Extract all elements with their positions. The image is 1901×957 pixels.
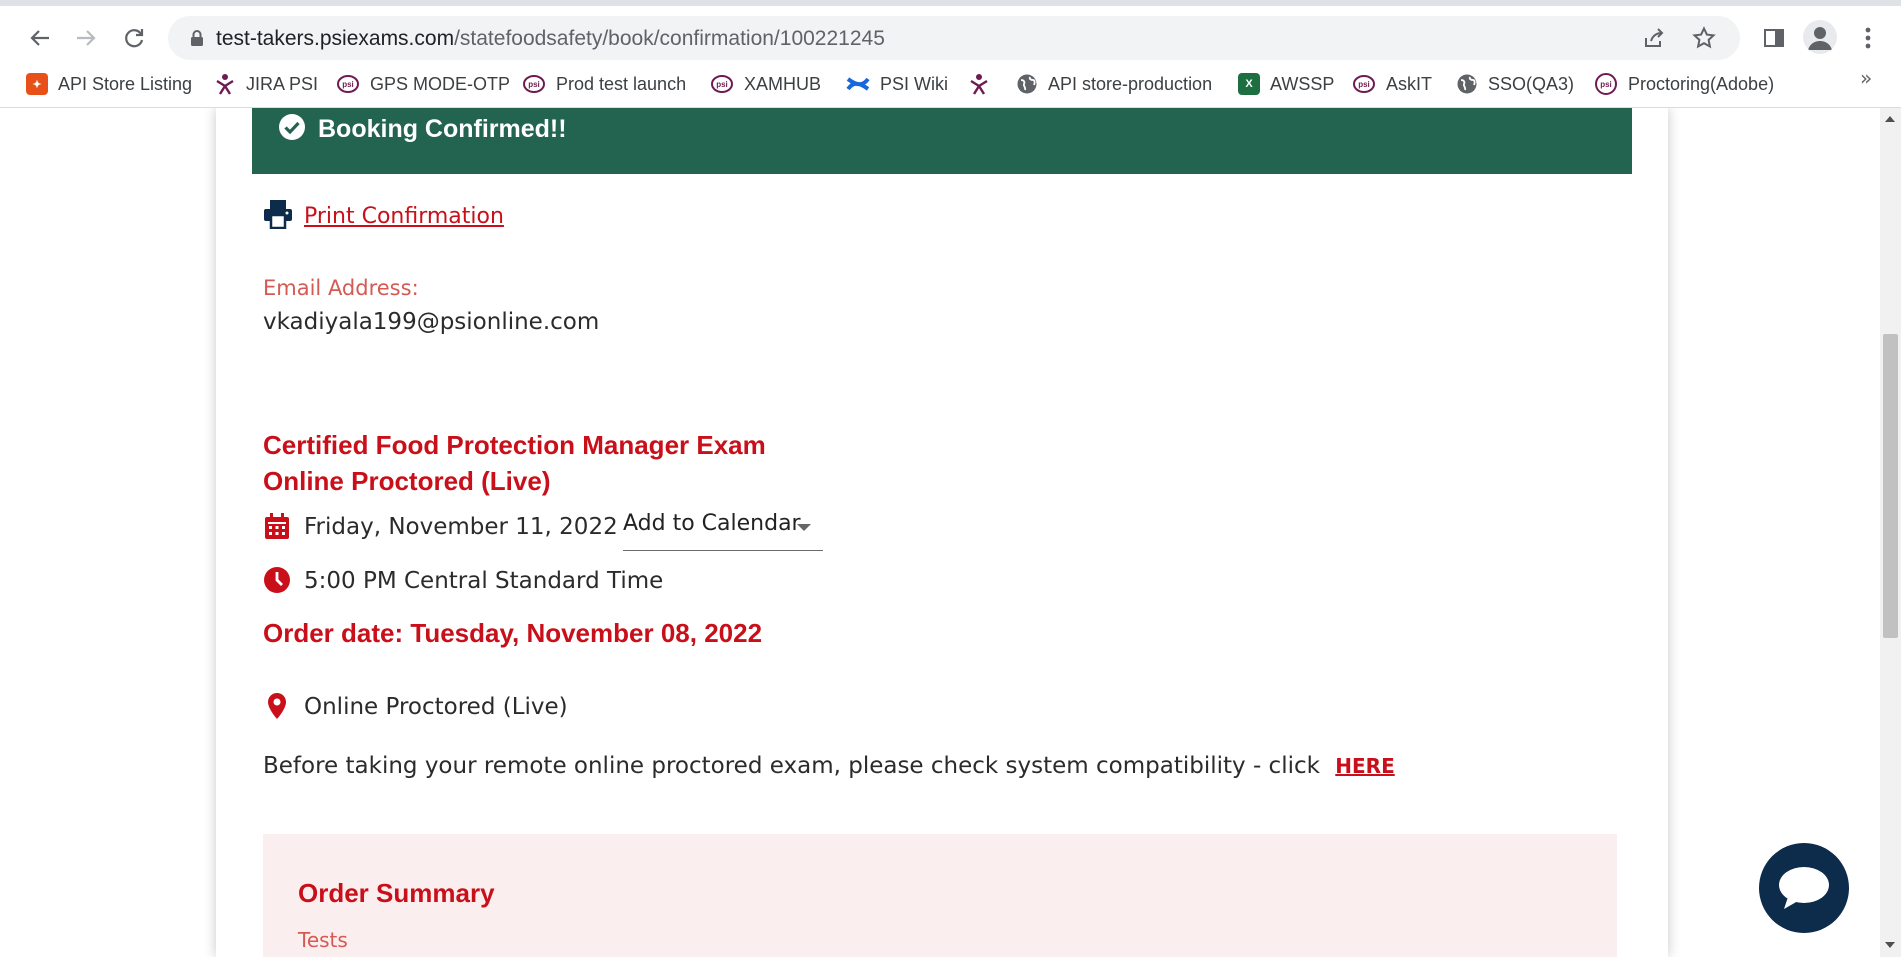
compatibility-notice: Before taking your remote online proctor… xyxy=(263,753,1395,779)
banner-title: Booking Confirmed!! xyxy=(318,115,567,143)
map-pin-icon xyxy=(268,693,286,719)
bookmark-label: AskIT xyxy=(1386,73,1433,94)
bookmark-api-store-production[interactable]: API store-production xyxy=(1016,70,1212,98)
order-summary-tests-label: Tests xyxy=(298,928,348,952)
booking-confirmed-banner: Booking Confirmed!! xyxy=(252,108,1632,174)
psi-figure-icon xyxy=(970,74,988,95)
side-panel-icon[interactable] xyxy=(1758,22,1790,54)
page-viewport: Booking Confirmed!! Print Confirmation E… xyxy=(0,108,1880,957)
order-date: Order date: Tuesday, November 08, 2022 xyxy=(263,618,763,648)
exam-location: Online Proctored (Live) xyxy=(304,694,568,720)
bookmark-gps-mode-otp[interactable]: psi GPS MODE-OTP xyxy=(336,70,510,98)
bookmark-proctoring-adobe[interactable]: psi Proctoring(Adobe) xyxy=(1594,70,1774,98)
scroll-thumb[interactable] xyxy=(1883,334,1898,638)
compatibility-here-link[interactable]: HERE xyxy=(1335,754,1394,778)
exam-time: 5:00 PM Central Standard Time xyxy=(304,568,664,594)
chevron-down-icon xyxy=(797,524,811,531)
clock-icon xyxy=(264,567,290,593)
address-bar[interactable]: test-takers.psiexams.com/statefoodsafety… xyxy=(168,16,1740,60)
scroll-down-arrow[interactable] xyxy=(1885,942,1895,948)
url-text[interactable]: test-takers.psiexams.com/statefoodsafety… xyxy=(216,27,885,51)
share-icon[interactable] xyxy=(1642,26,1666,50)
bookmark-askit[interactable]: psi AskIT xyxy=(1352,70,1432,98)
browser-toolbar: test-takers.psiexams.com/statefoodsafety… xyxy=(0,0,1901,66)
bookmark-label: XAMHUB xyxy=(744,73,822,94)
svg-text:psi: psi xyxy=(528,80,540,89)
bookmark-sso-qa3[interactable]: SSO(QA3) xyxy=(1456,70,1574,98)
email-label: Email Address: xyxy=(263,276,419,300)
bookmarks-overflow-button[interactable]: » xyxy=(1860,66,1872,90)
svg-text:psi: psi xyxy=(1600,80,1612,89)
globe-icon xyxy=(1017,74,1037,94)
psi-logo-icon: psi xyxy=(1595,73,1617,95)
psi-logo-icon: psi xyxy=(711,75,733,93)
page-scrollbar[interactable] xyxy=(1880,108,1901,957)
chat-bubble-icon xyxy=(1779,867,1829,909)
bookmark-label: Proctoring(Adobe) xyxy=(1628,73,1775,94)
bookmark-api-store-listing[interactable]: ✦ API Store Listing xyxy=(26,70,192,98)
bookmark-label: AWSSP xyxy=(1270,73,1335,94)
url-path: /statefoodsafety/book/confirmation/10022… xyxy=(454,27,885,50)
excel-icon: X xyxy=(1238,73,1260,95)
exam-date: Friday, November 11, 2022 xyxy=(304,514,618,540)
back-arrow-icon[interactable] xyxy=(26,24,54,52)
svg-text:psi: psi xyxy=(1358,80,1370,89)
psi-logo-icon: psi xyxy=(523,75,545,93)
url-host: test-takers.psiexams.com xyxy=(216,27,455,50)
confluence-icon xyxy=(846,77,870,91)
check-circle-icon xyxy=(279,114,305,140)
bookmark-label: API Store Listing xyxy=(58,73,193,94)
bookmark-jira-psi[interactable]: JIRA PSI xyxy=(214,70,318,98)
svg-text:psi: psi xyxy=(342,80,354,89)
bookmarks-bar: ✦ API Store Listing JIRA PSI psi GPS MOD… xyxy=(0,60,1901,108)
confirmation-card: Booking Confirmed!! Print Confirmation E… xyxy=(216,108,1668,957)
compatibility-text: Before taking your remote online proctor… xyxy=(263,753,1320,779)
bookmark-label: PSI Wiki xyxy=(880,73,949,94)
bookmark-star-icon[interactable] xyxy=(1692,26,1716,50)
svg-text:psi: psi xyxy=(716,80,728,89)
psi-logo-icon: psi xyxy=(337,75,359,93)
bookmark-label: SSO(QA3) xyxy=(1488,73,1575,94)
reload-icon[interactable] xyxy=(120,24,148,52)
print-confirmation-link[interactable]: Print Confirmation xyxy=(304,204,504,229)
person-icon xyxy=(1808,27,1832,50)
bookmark-psi-wiki[interactable]: PSI Wiki xyxy=(846,70,948,98)
bookmark-label: GPS MODE-OTP xyxy=(370,73,511,94)
globe-icon xyxy=(1457,74,1477,94)
scroll-up-arrow[interactable] xyxy=(1885,116,1895,122)
bookmark-psi-figure[interactable] xyxy=(968,70,990,98)
exam-delivery-mode: Online Proctored (Live) xyxy=(263,466,551,496)
lock-icon[interactable] xyxy=(190,29,204,47)
profile-avatar[interactable] xyxy=(1803,20,1837,54)
bookmark-prod-test-launch[interactable]: psi Prod test launch xyxy=(522,70,686,98)
bookmark-label: JIRA PSI xyxy=(246,73,319,94)
chat-widget-button[interactable] xyxy=(1759,843,1849,933)
api-store-icon: ✦ xyxy=(26,73,48,95)
bookmark-label: Prod test launch xyxy=(556,73,687,94)
chrome-menu-icon[interactable] xyxy=(1852,22,1884,54)
exam-title: Certified Food Protection Manager Exam xyxy=(263,430,766,460)
email-value: vkadiyala199@psionline.com xyxy=(263,309,600,335)
bookmark-xamhub[interactable]: psi XAMHUB xyxy=(710,70,821,98)
psi-logo-icon: psi xyxy=(1353,75,1375,93)
add-to-calendar-dropdown[interactable]: Add to Calendar xyxy=(623,508,823,551)
forward-arrow-icon[interactable] xyxy=(72,24,100,52)
calendar-icon xyxy=(265,513,289,539)
bookmark-awssp[interactable]: X AWSSP xyxy=(1238,70,1334,98)
order-summary: Order Summary Tests xyxy=(263,834,1617,957)
bookmark-label: API store-production xyxy=(1048,73,1213,94)
psi-figure-icon xyxy=(216,74,234,95)
order-summary-title: Order Summary xyxy=(298,878,495,908)
printer-icon[interactable] xyxy=(263,199,293,229)
add-to-calendar-label: Add to Calendar xyxy=(623,511,801,536)
